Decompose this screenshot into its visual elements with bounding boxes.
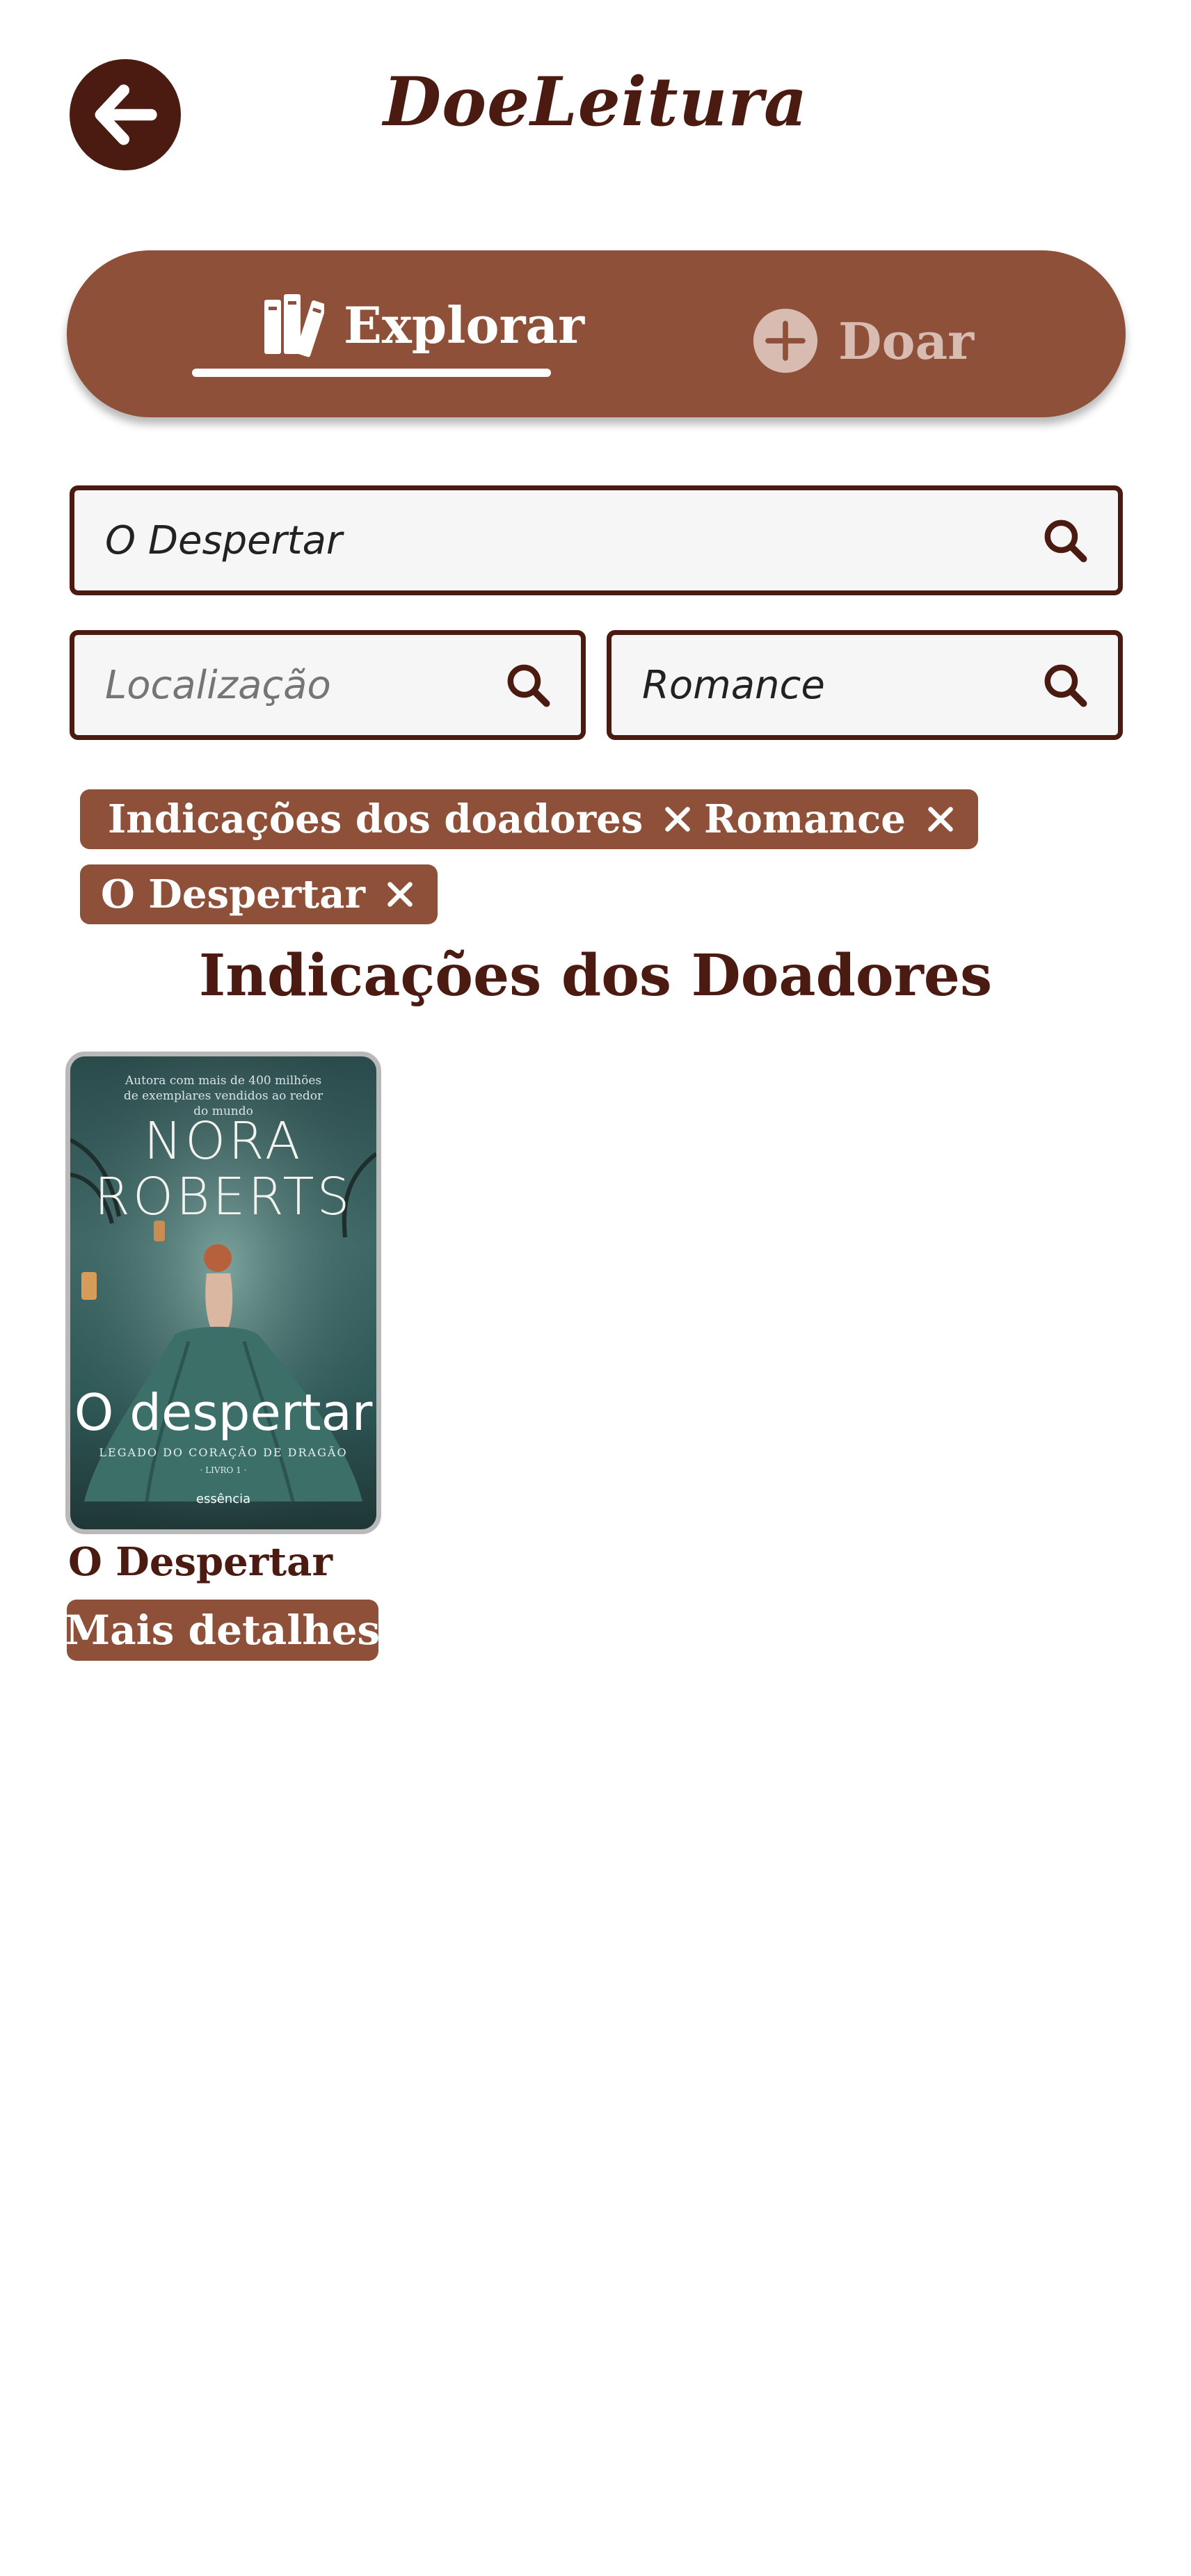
cover-publisher: essência <box>195 1492 251 1506</box>
search-icon[interactable] <box>1040 515 1090 565</box>
app-title: DoeLeitura <box>383 63 808 141</box>
title-search-field <box>70 485 1123 595</box>
tab-bar: Explorar Doar <box>67 250 1126 417</box>
tab-explorar-label: Explorar <box>344 295 585 355</box>
search-icon[interactable] <box>503 660 553 710</box>
location-search-field <box>70 630 586 740</box>
filter-chip-o-despertar: O Despertar <box>80 864 438 924</box>
filter-chip-label: Romance <box>704 796 906 842</box>
plus-circle-icon <box>753 308 818 373</box>
book-cover[interactable]: Autora com mais de 400 milhões de exempl… <box>65 1052 381 1534</box>
location-search-input[interactable] <box>105 662 503 708</box>
search-icon[interactable] <box>1040 660 1090 710</box>
title-search-input[interactable] <box>105 517 1040 563</box>
filter-chip-label: O Despertar <box>101 871 365 917</box>
tab-doar[interactable]: Doar <box>752 303 974 379</box>
tab-explorar[interactable]: Explorar <box>262 287 584 363</box>
genre-search-field <box>607 630 1123 740</box>
filter-chip-label: Indicações dos doadores <box>108 796 644 842</box>
filter-chip-romance: Romance <box>690 789 978 849</box>
cover-series: LEGADO DO CORAÇÃO DE DRAGÃO <box>99 1446 348 1459</box>
active-tab-indicator <box>192 369 551 377</box>
cover-title: O despertar <box>74 1383 373 1442</box>
filter-chip-indicacoes: Indicações dos doadores <box>80 789 716 849</box>
close-icon[interactable] <box>924 803 957 836</box>
cover-author: NORA ROBERTS <box>94 1111 353 1227</box>
section-title: Indicações dos Doadores <box>198 942 993 1009</box>
tab-doar-label: Doar <box>838 311 975 371</box>
close-icon[interactable] <box>383 878 417 911</box>
details-button[interactable]: Mais detalhes <box>65 1600 380 1661</box>
cover-book-number: · LIVRO 1 · <box>200 1465 247 1475</box>
books-icon <box>264 294 324 357</box>
book-title: O Despertar <box>68 1539 333 1585</box>
genre-search-input[interactable] <box>642 662 1040 708</box>
